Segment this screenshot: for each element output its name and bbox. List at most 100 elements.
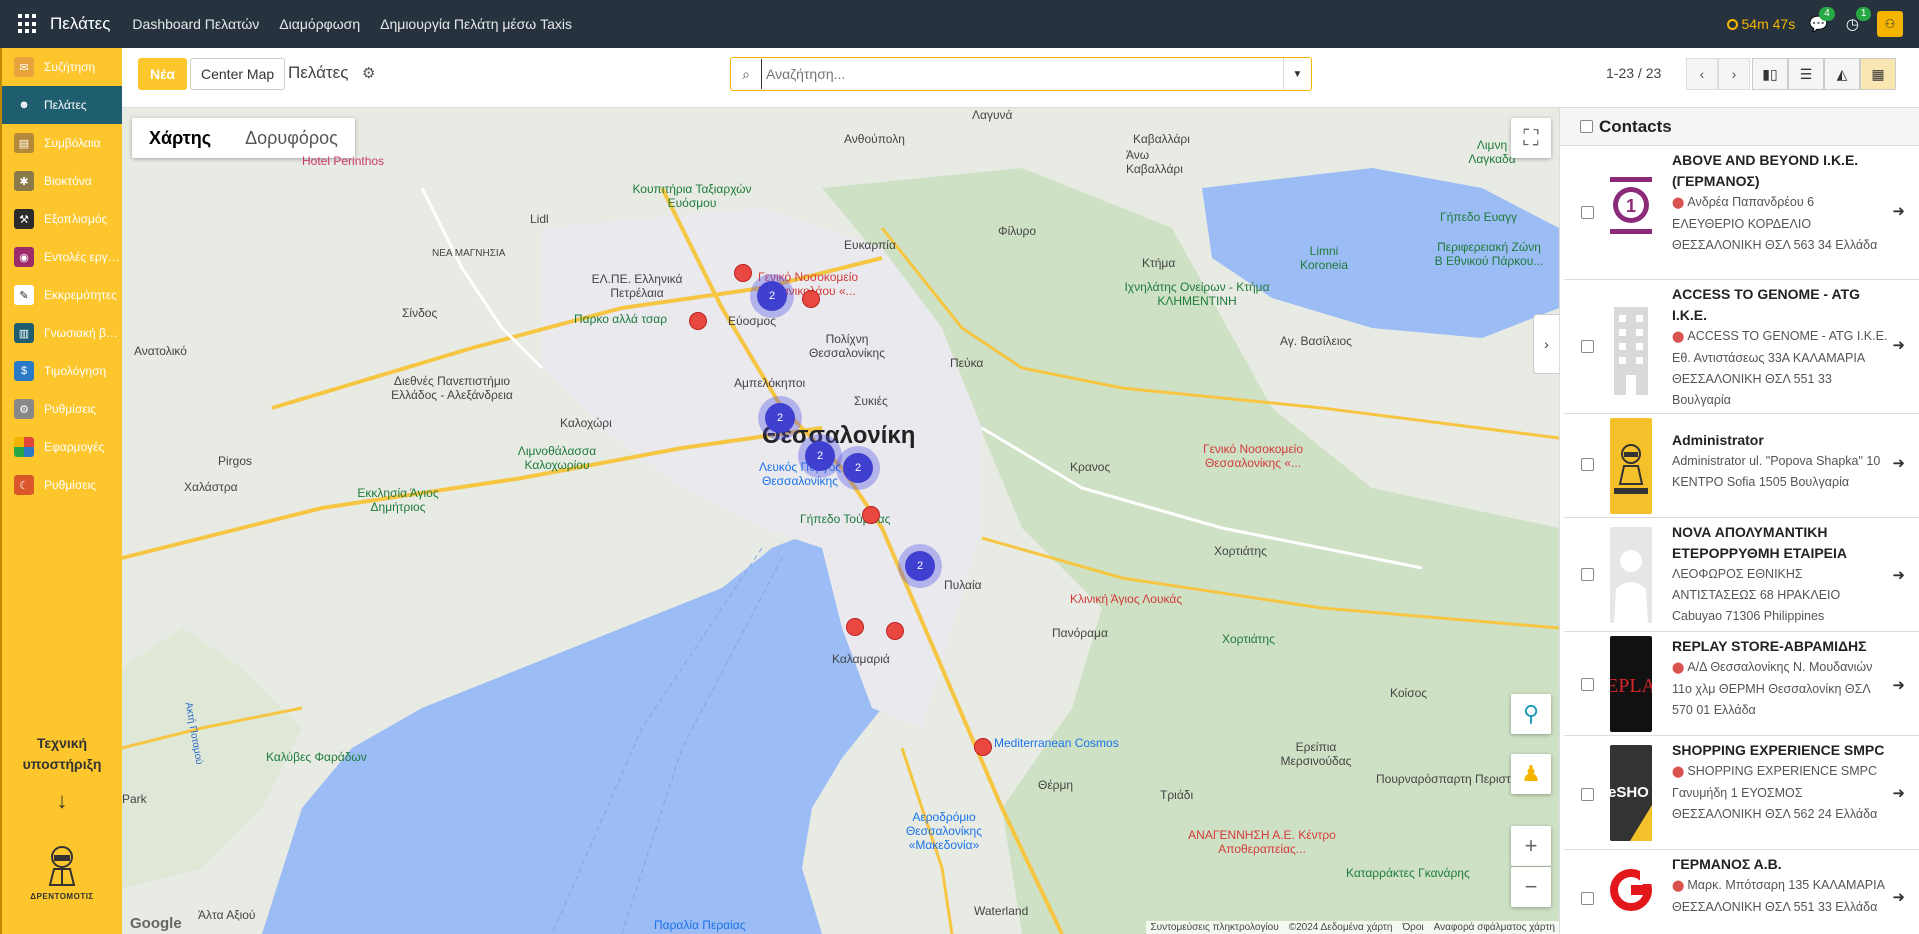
map-place-label: Παραλία Περαίας — [654, 918, 746, 932]
map-cluster[interactable]: 2 — [898, 544, 942, 588]
map-view-button[interactable]: ▦ — [1860, 58, 1896, 90]
contact-checkbox[interactable] — [1581, 788, 1594, 801]
map-place-label: Mediterranean Cosmos — [994, 736, 1119, 750]
zoom-in-button[interactable]: + — [1511, 826, 1551, 866]
map-cluster[interactable]: 2 — [836, 446, 880, 490]
sidebar-item-knowledge[interactable]: ▥ Γνωσιακή βάση — [2, 314, 122, 352]
contact-card[interactable]: ΓΕΡΜΑΝΟΣ Α.Β. ⬤ Μαρκ. Μπότσαρη 135 ΚΑΛΑΜ… — [1564, 850, 1919, 934]
map-place-label: Καλύβες Φαράδων — [266, 750, 367, 764]
search-options-toggle[interactable]: ▼ — [1283, 58, 1311, 90]
contacts-header: Contacts — [1560, 108, 1919, 146]
menu-create-taxis[interactable]: Δημιουργία Πελάτη μέσω Taxis — [380, 16, 572, 32]
map-marker[interactable] — [862, 506, 880, 524]
sidebar-item-pending[interactable]: ✎ Εκκρεμότητες — [2, 276, 122, 314]
center-map-button[interactable]: Center Map — [190, 58, 286, 90]
map-place-label: ΝΕΑ ΜΑΓΝΗΣΙΑ — [432, 248, 506, 259]
contact-card[interactable]: ACCESS TO GENOME - ATG I.K.E. ⬤ ACCESS T… — [1564, 280, 1919, 414]
map-place-label: Ιχνηλάτης Ονείρων - Κτήμα ΚΛΗΜΕΝΤΙΝΗ — [1124, 280, 1270, 308]
sidebar-item-apps[interactable]: Εφαρμογές — [2, 428, 122, 466]
app-name[interactable]: Πελάτες — [50, 14, 110, 34]
map-marker[interactable] — [802, 290, 820, 308]
collapse-panel-button[interactable]: › — [1533, 314, 1559, 374]
map-cluster[interactable]: 2 — [750, 274, 794, 318]
app-menu-icon[interactable] — [18, 14, 38, 34]
contact-card[interactable]: eSHO SHOPPING EXPERIENCE SMPC ⬤ SHOPPING… — [1564, 736, 1919, 850]
select-all-checkbox[interactable] — [1580, 120, 1593, 133]
search-input[interactable] — [761, 59, 1283, 89]
user-avatar[interactable]: ⚇ — [1877, 11, 1903, 37]
report-error-link[interactable]: Αναφορά σφάλματος χάρτη — [1434, 922, 1555, 933]
contact-card[interactable]: 1 ABOVE AND BEYOND I.K.E. (ΓΕΡΜΑΝΟΣ) ⬤ Α… — [1564, 146, 1919, 280]
menu-configuration[interactable]: Διαμόρφωση — [279, 16, 360, 32]
graph-view-button[interactable]: ◭ — [1824, 58, 1860, 90]
map-attribution: Συντομεύσεις πληκτρολογίου ©2024 Δεδομέν… — [1146, 921, 1559, 934]
map-type-map[interactable]: Χάρτης — [132, 118, 228, 158]
sidebar-item-work-orders[interactable]: ◉ Εντολές εργασίας — [2, 238, 122, 276]
sidebar-item-label: Ρυθμίσεις — [44, 478, 97, 492]
arrow-right-icon[interactable]: ➜ — [1892, 888, 1905, 906]
apps-icon — [14, 437, 34, 457]
zoom-out-button[interactable]: − — [1511, 867, 1551, 907]
contact-checkbox[interactable] — [1581, 458, 1594, 471]
previous-page-button[interactable]: ‹ — [1686, 58, 1718, 90]
sidebar-item-equipment[interactable]: ⚒ Εξοπλισμός — [2, 200, 122, 238]
map-type-satellite[interactable]: Δορυφόρος — [228, 118, 355, 158]
arrow-right-icon[interactable]: ➜ — [1892, 454, 1905, 472]
sidebar-item-discuss[interactable]: ✉ Συζήτηση — [2, 48, 122, 86]
contact-card[interactable]: EPLA REPLAY STORE-ΑΒΡΑΜΙΔΗΣ ⬤ Α/Δ Θεσσαλ… — [1564, 632, 1919, 736]
pager-value[interactable]: 1-23 / 23 — [1606, 65, 1661, 81]
map-marker[interactable] — [689, 312, 707, 330]
location-button[interactable]: ⚲ — [1511, 694, 1551, 734]
map-marker[interactable] — [886, 622, 904, 640]
contact-address: ⬤ SHOPPING EXPERIENCE SMPC Γανυμήδη 1 ΕΥ… — [1672, 764, 1878, 821]
sidebar: ✉ Συζήτηση ☻ Πελάτες ▤ Συμβόλαια ✱ Βιοκτ… — [0, 48, 122, 934]
arrow-right-icon[interactable]: ➜ — [1892, 202, 1905, 220]
terms-link[interactable]: Όροι — [1402, 922, 1423, 933]
list-view-button[interactable]: ☰ — [1788, 58, 1824, 90]
contact-checkbox[interactable] — [1581, 892, 1594, 905]
activities-button[interactable]: ◷ 1 — [1846, 7, 1872, 33]
sidebar-item-settings[interactable]: ⚙ Ρυθμίσεις — [2, 390, 122, 428]
contact-card[interactable]: Administrator Administrator ul. "Popova … — [1564, 414, 1919, 518]
sidebar-item-settings-2[interactable]: ☾ Ρυθμίσεις — [2, 466, 122, 504]
arrow-right-icon[interactable]: ➜ — [1892, 784, 1905, 802]
page-title: Πελάτες — [288, 63, 349, 82]
support-label[interactable]: Τεχνική υποστήριξη — [2, 733, 122, 775]
contact-checkbox[interactable] — [1581, 678, 1594, 691]
new-button[interactable]: Νέα — [138, 58, 188, 90]
map-place-label: Πυλαία — [944, 578, 982, 592]
map-cluster[interactable]: 2 — [758, 396, 802, 440]
sidebar-item-biocides[interactable]: ✱ Βιοκτόνα — [2, 162, 122, 200]
arrow-right-icon[interactable]: ➜ — [1892, 336, 1905, 354]
map-canvas[interactable]: Χάρτης Δορυφόρος Λαγυνά Ανθούπολη Καβαλλ… — [122, 108, 1559, 934]
fullscreen-button[interactable]: ⛶ — [1511, 118, 1551, 158]
contact-card[interactable]: NOVA ΑΠΟΛΥΜΑΝΤΙΚΗ ΕΤΕΡΟΡΡΥΘΜΗ ΕΤΑΙΡΕΙΑ Λ… — [1564, 518, 1919, 632]
keyboard-shortcuts-link[interactable]: Συντομεύσεις πληκτρολογίου — [1150, 922, 1278, 933]
list-icon: ☰ — [1799, 65, 1813, 82]
map-marker[interactable] — [846, 618, 864, 636]
work-order-icon: ◉ — [14, 247, 34, 267]
contact-checkbox[interactable] — [1581, 340, 1594, 353]
sidebar-item-contracts[interactable]: ▤ Συμβόλαια — [2, 124, 122, 162]
contact-checkbox[interactable] — [1581, 568, 1594, 581]
contact-checkbox[interactable] — [1581, 206, 1594, 219]
gear-icon[interactable]: ⚙ — [362, 64, 375, 82]
menu-dashboard[interactable]: Dashboard Πελατών — [132, 16, 259, 32]
map-marker[interactable] — [734, 264, 752, 282]
messages-button[interactable]: 💬 4 — [1809, 7, 1835, 33]
arrow-right-icon[interactable]: ➜ — [1892, 566, 1905, 584]
kanban-view-button[interactable]: ▮▯ — [1752, 58, 1788, 90]
sidebar-item-customers[interactable]: ☻ Πελάτες — [2, 86, 122, 124]
next-page-button[interactable]: › — [1718, 58, 1750, 90]
arrow-right-icon[interactable]: ➜ — [1892, 676, 1905, 694]
timesheet-timer[interactable]: 54m 47s — [1726, 16, 1795, 32]
map-marker[interactable] — [974, 738, 992, 756]
street-view-button[interactable]: ♟ — [1511, 754, 1551, 794]
map-place-label: Γενικό Νοσοκομείο Θεσσαλονίκης «... — [1202, 442, 1304, 470]
map-place-label: Αεροδρόμιο Θεσσαλονίκης «Μακεδονία» — [905, 810, 983, 852]
users-icon: ☻ — [14, 95, 34, 115]
map-pin-icon: ⬤ — [1672, 766, 1688, 778]
map-pin-icon: ⬤ — [1672, 331, 1688, 343]
sidebar-item-invoicing[interactable]: $ Τιμολόγηση — [2, 352, 122, 390]
map-place-label: Λαγυνά — [972, 108, 1013, 122]
